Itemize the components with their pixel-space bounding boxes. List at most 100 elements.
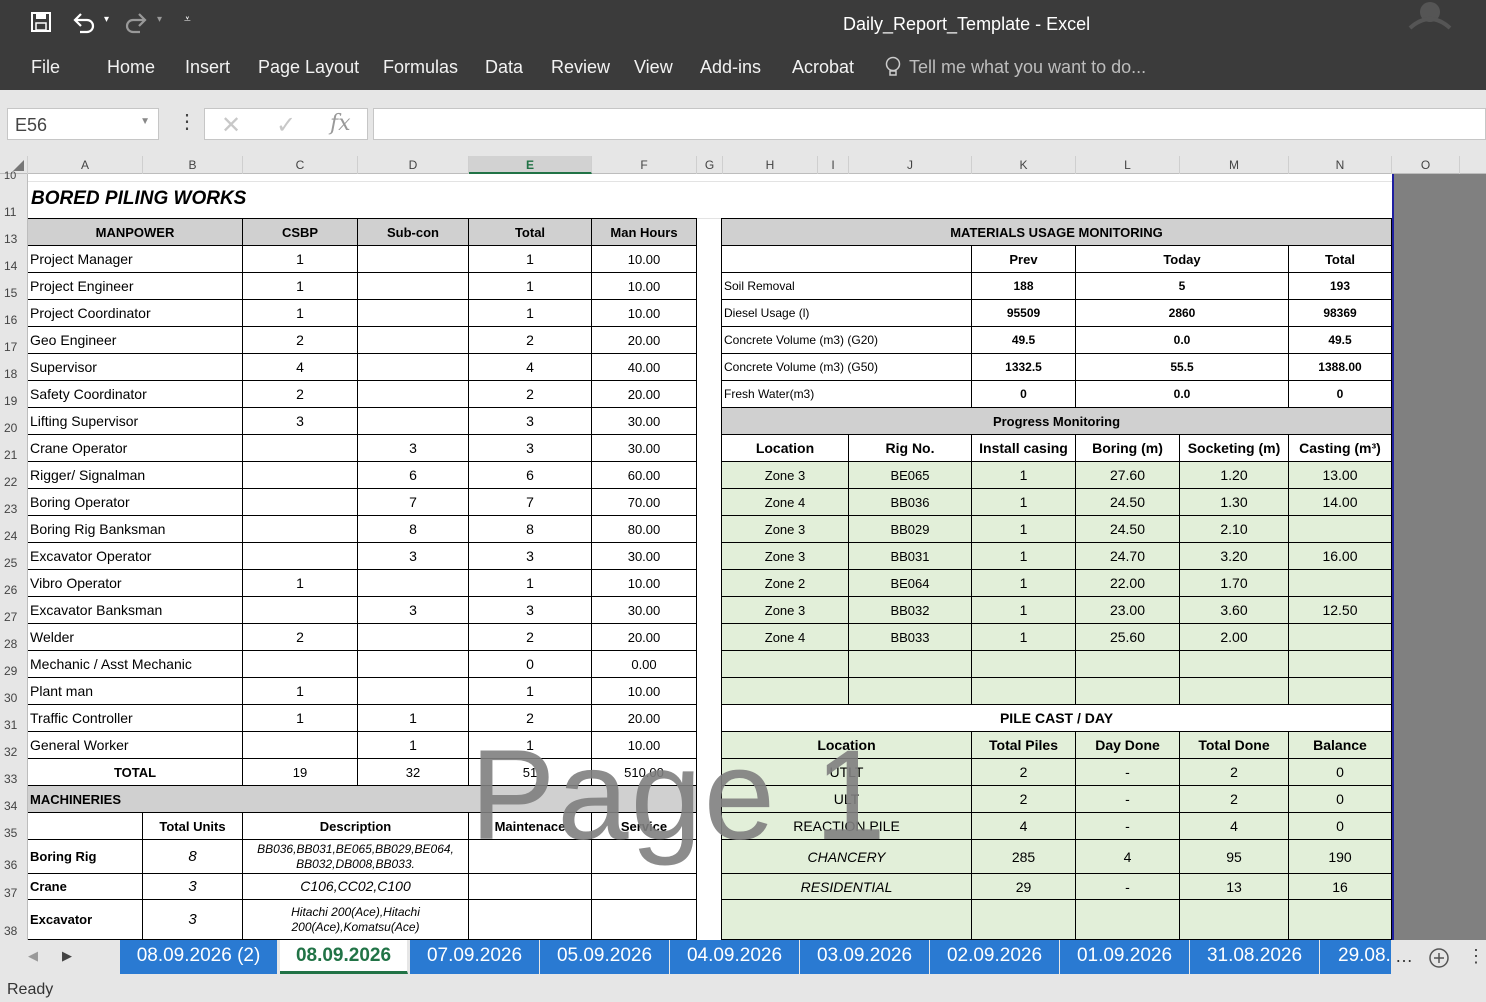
row-header[interactable]: 32 [0, 732, 28, 759]
progress-cell[interactable] [848, 677, 972, 705]
manpower-header[interactable]: Man Hours [591, 218, 697, 246]
insert-function-icon[interactable]: fx [330, 111, 351, 136]
sheet-tab[interactable]: 31.08.2026 [1190, 940, 1320, 974]
progress-cell[interactable] [1288, 623, 1392, 651]
progress-cell[interactable] [1179, 677, 1289, 705]
col-e[interactable]: E [469, 156, 592, 174]
machine-name[interactable]: Boring Rig [28, 839, 143, 874]
machine-units[interactable]: 3 [142, 899, 243, 940]
material-value[interactable]: 0 [1288, 380, 1392, 408]
col-a[interactable]: A [28, 156, 143, 174]
progress-cell[interactable]: 24.50 [1075, 515, 1180, 543]
pilecast-header[interactable]: Balance [1288, 731, 1392, 759]
row-header[interactable]: 18 [0, 354, 28, 381]
col-h[interactable]: H [723, 156, 818, 174]
manpower-value[interactable]: 2 [468, 623, 592, 651]
manpower-value[interactable] [242, 542, 358, 570]
machineries-header[interactable]: Description [242, 812, 469, 840]
progress-cell[interactable]: 1.70 [1179, 569, 1289, 597]
manpower-value[interactable]: 10.00 [591, 731, 697, 759]
manpower-header[interactable]: Total [468, 218, 592, 246]
enter-icon[interactable]: ✓ [276, 111, 296, 140]
pilecast-cell[interactable]: - [1075, 785, 1180, 813]
pilecast-cell[interactable] [1288, 899, 1392, 940]
manpower-role[interactable]: Lifting Supervisor [28, 407, 243, 435]
material-name[interactable]: Concrete Volume (m3) (G20) [721, 326, 972, 354]
col-k[interactable]: K [972, 156, 1076, 174]
row-header[interactable]: 10 [0, 170, 28, 182]
machine-service[interactable] [591, 899, 697, 940]
row-header[interactable]: 19 [0, 381, 28, 408]
material-value[interactable]: 2860 [1075, 299, 1289, 327]
progress-cell[interactable]: 1 [971, 542, 1076, 570]
manpower-value[interactable]: 30.00 [591, 407, 697, 435]
machineries-header[interactable]: Maintenace [468, 812, 592, 840]
total-value[interactable]: 32 [357, 758, 469, 786]
pilecast-cell[interactable]: 2 [1179, 758, 1289, 786]
pilecast-title[interactable]: PILE CAST / DAY [721, 704, 1392, 732]
row-header[interactable]: 37 [0, 874, 28, 900]
machine-units[interactable]: 3 [142, 873, 243, 900]
materials-header[interactable]: Today [1075, 245, 1289, 273]
manpower-value[interactable]: 30.00 [591, 542, 697, 570]
sheet-tab[interactable]: 03.09.2026 [800, 940, 930, 974]
manpower-value[interactable] [357, 326, 469, 354]
materials-header[interactable]: Total [1288, 245, 1392, 273]
progress-cell[interactable]: BE065 [848, 461, 972, 489]
manpower-value[interactable]: 1 [242, 299, 358, 327]
manpower-value[interactable] [357, 380, 469, 408]
manpower-role[interactable]: Vibro Operator [28, 569, 243, 597]
sheet-tab[interactable]: 04.09.2026 [670, 940, 800, 974]
name-box[interactable]: E56 ▼ [7, 108, 159, 140]
manpower-value[interactable]: 20.00 [591, 623, 697, 651]
row-header[interactable]: 26 [0, 570, 28, 597]
pilecast-cell[interactable]: 2 [971, 758, 1076, 786]
progress-cell[interactable]: 23.00 [1075, 596, 1180, 624]
machine-units[interactable]: 8 [142, 839, 243, 874]
sheet-tab[interactable]: 08.09.2026 (2) [120, 940, 278, 974]
total-value[interactable]: 51 [468, 758, 592, 786]
pilecast-cell[interactable]: 2 [1179, 785, 1289, 813]
manpower-value[interactable]: 70.00 [591, 488, 697, 516]
manpower-value[interactable]: 1 [468, 272, 592, 300]
total-value[interactable]: 19 [242, 758, 358, 786]
manpower-role[interactable]: Boring Operator [28, 488, 243, 516]
manpower-value[interactable] [357, 677, 469, 705]
sheet-tab[interactable]: 29.08. [1320, 940, 1392, 974]
material-value[interactable]: 0 [971, 380, 1076, 408]
tab-review[interactable]: Review [551, 57, 610, 78]
manpower-value[interactable]: 30.00 [591, 596, 697, 624]
progress-header[interactable]: Boring (m) [1075, 434, 1180, 462]
progress-cell[interactable]: 1 [971, 623, 1076, 651]
manpower-value[interactable]: 40.00 [591, 353, 697, 381]
manpower-value[interactable]: 20.00 [591, 326, 697, 354]
manpower-value[interactable]: 3 [357, 542, 469, 570]
manpower-role[interactable]: Supervisor [28, 353, 243, 381]
manpower-value[interactable] [242, 434, 358, 462]
progress-cell[interactable]: BB036 [848, 488, 972, 516]
formula-input[interactable] [373, 108, 1486, 140]
row-header[interactable]: 33 [0, 759, 28, 786]
manpower-value[interactable] [357, 569, 469, 597]
manpower-value[interactable]: 10.00 [591, 569, 697, 597]
machine-description[interactable]: Hitachi 200(Ace),Hitachi 200(Ace),Komats… [242, 899, 469, 940]
manpower-value[interactable]: 20.00 [591, 380, 697, 408]
pilecast-cell[interactable] [721, 899, 972, 940]
manpower-value[interactable]: 10.00 [591, 677, 697, 705]
col-g[interactable]: G [697, 156, 723, 174]
pilecast-cell[interactable]: - [1075, 812, 1180, 840]
manpower-value[interactable]: 1 [242, 704, 358, 732]
progress-cell[interactable]: 1 [971, 488, 1076, 516]
progress-cell[interactable]: Zone 3 [721, 515, 849, 543]
progress-cell[interactable] [1075, 677, 1180, 705]
machine-name[interactable]: Excavator [28, 899, 143, 940]
manpower-value[interactable]: 2 [242, 326, 358, 354]
machine-description[interactable]: C106,CC02,C100 [242, 873, 469, 900]
manpower-value[interactable] [242, 461, 358, 489]
manpower-value[interactable]: 1 [468, 677, 592, 705]
row-header[interactable]: 24 [0, 516, 28, 543]
row-header[interactable]: 36 [0, 840, 28, 874]
pilecast-header[interactable]: Location [721, 731, 972, 759]
manpower-value[interactable]: 10.00 [591, 245, 697, 273]
materials-header[interactable]: Prev [971, 245, 1076, 273]
